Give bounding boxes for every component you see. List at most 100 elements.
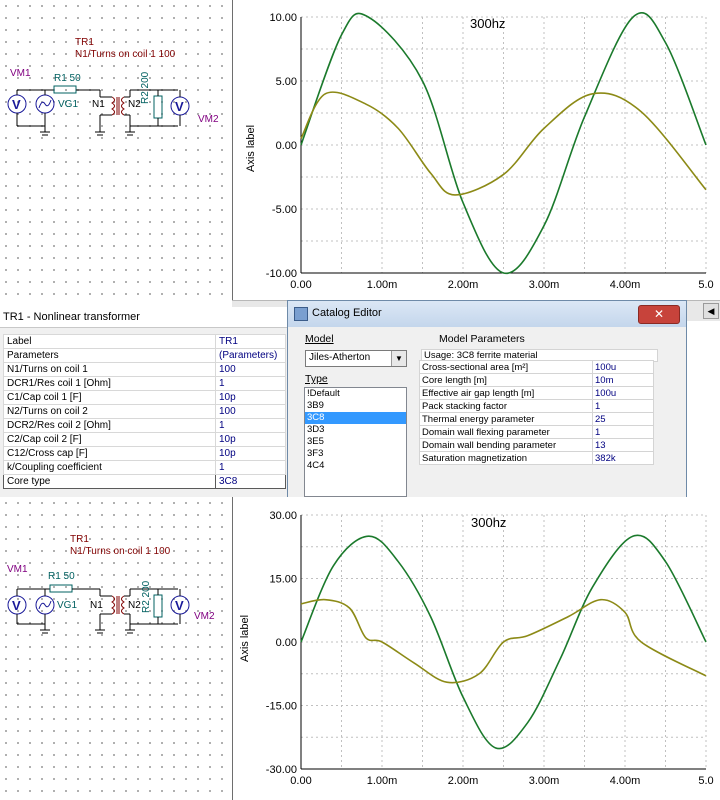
property-row[interactable]: Label TR1 [3,334,286,349]
oscilloscope-chart-top: 10.005.000.00-5.00-10.000.00 1.00m 2.00m 3.… [266,11,714,291]
property-value[interactable]: 1 [215,376,286,391]
parameter-name: Domain wall flexing parameter [419,425,593,439]
property-value[interactable]: 10p [215,432,286,447]
parameter-value[interactable]: 100u [592,360,654,374]
type-list-item[interactable]: !Default [305,388,406,400]
properties-title: TR1 - Nonlinear transformer [0,307,290,328]
vm1-label[interactable]: VM1 [10,68,31,79]
y-tick-label: 30.00 [269,510,297,522]
property-value[interactable]: TR1 [215,334,286,349]
property-value[interactable]: 1 [215,418,286,433]
parameter-value[interactable]: 10m [592,373,654,387]
model-select[interactable]: Jiles-Atherton ▼ [305,350,407,367]
plot-panel-top[interactable]: 10.00 5.00 0.00 -5.00 -10.00 0.00 1.00m 2.00m 3.… [232,0,720,300]
vm2-label[interactable]: VM2 [198,114,219,125]
property-row[interactable]: C2/Cap coil 2 [F] 10p [3,432,286,447]
parameter-value[interactable]: 25 [592,412,654,426]
x-tick-label: 2.00m [448,279,479,291]
model-parameter-row[interactable]: Domain wall bending parameter 13 [419,438,654,452]
close-button[interactable]: ✕ [638,305,680,324]
property-value[interactable]: 10p [215,390,286,405]
type-list-item[interactable]: 3E5 [305,436,406,448]
model-parameter-row[interactable]: Saturation magnetization 382k [419,451,654,465]
tr1-caption: N1/Turns on coil 1 100 [70,546,171,557]
model-parameter-row[interactable]: Effective air gap length [m] 100u [419,386,654,400]
property-name: DCR1/Res coil 1 [Ohm] [3,376,216,391]
y-axis-label-bottom: Axis label [239,614,251,662]
property-name: Core type [3,474,216,489]
parameter-value[interactable]: 13 [592,438,654,452]
property-value[interactable]: (Parameters) [215,348,286,363]
vg1-label[interactable]: VG1 [58,99,78,110]
parameter-value[interactable]: 100u [592,386,654,400]
property-row[interactable]: DCR2/Res coil 2 [Ohm] 1 [3,418,286,433]
property-name: Label [3,334,216,349]
y-tick-label: 0.00 [276,637,297,649]
catalog-editor-window: Catalog Editor ✕ Model Jiles-Atherton ▼ … [287,300,687,500]
parameter-value[interactable]: 1 [592,399,654,413]
schematic-canvas-top[interactable]: VV TR1 N1/Turns on coil 1 100 VM1 R1 50 … [0,0,232,300]
property-row[interactable]: Core type 3C8 [3,474,286,489]
parameter-value[interactable]: 382k [592,451,654,465]
tr1-label[interactable]: TR1 [75,37,94,48]
property-value[interactable]: 1 [215,460,286,475]
parameter-value[interactable]: 1 [592,425,654,439]
property-value[interactable]: 100 [215,362,286,377]
x-tick-label: 0.00 [290,279,311,291]
n2-label: N2 [128,99,141,110]
property-name: DCR2/Res coil 2 [Ohm] [3,418,216,433]
y-tick-label: -15.00 [266,701,297,713]
model-select-value: Jiles-Atherton [309,352,371,363]
model-parameter-row[interactable]: Domain wall flexing parameter 1 [419,425,654,439]
svg-text:V: V [12,598,21,613]
parameter-name: Effective air gap length [m] [419,386,593,400]
model-parameter-row[interactable]: Cross-sectional area [m²] 100u [419,360,654,374]
chevron-down-icon[interactable]: ▼ [391,351,406,366]
type-list-item[interactable]: 3B9 [305,400,406,412]
property-name: C1/Cap coil 1 [F] [3,390,216,405]
model-parameter-row[interactable]: Core length [m] 10m [419,373,654,387]
x-tick-label: 3.00m [529,775,560,787]
scroll-left-arrow-icon[interactable]: ◀ [703,303,719,319]
plot-panel-bottom[interactable]: 30.00 15.00 0.00 -15.00 -30.00 0.00 1.00m 2.00m… [232,497,720,800]
r1-label[interactable]: R1 50 [48,571,75,582]
property-row[interactable]: N1/Turns on coil 1 100 [3,362,286,377]
type-list-item[interactable]: 3F3 [305,448,406,460]
x-tick-label: 4.00m [610,279,641,291]
x-tick-label: 5.0 [698,775,713,787]
catalog-titlebar[interactable]: Catalog Editor ✕ [288,301,686,327]
r2-label[interactable]: R2 200 [141,581,152,613]
property-row[interactable]: Parameters (Parameters) [3,348,286,363]
chart-annotation-bottom: 300hz [471,515,507,530]
model-parameter-row[interactable]: Thermal energy parameter 25 [419,412,654,426]
y-tick-label: 10.00 [269,12,297,24]
r2-label[interactable]: R2 200 [140,72,151,104]
type-list-item[interactable]: 3D3 [305,424,406,436]
type-list-item[interactable]: 4C4 [305,460,406,472]
x-tick-label: 4.00m [610,775,641,787]
model-parameter-row[interactable]: Pack stacking factor 1 [419,399,654,413]
property-row[interactable]: DCR1/Res coil 1 [Ohm] 1 [3,376,286,391]
vg1-label[interactable]: VG1 [57,600,77,611]
x-tick-label: 0.00 [290,775,311,787]
r1-label[interactable]: R1 50 [54,73,81,84]
type-list-item[interactable]: 3C8 [305,412,406,424]
model-label: Model [305,333,334,345]
schematic-canvas-bottom[interactable]: VV TR1 N1/Turns on coil 1 100 VM1 R1 50 … [0,497,232,800]
property-row[interactable]: C12/Cross cap [F] 10p [3,446,286,461]
property-value[interactable]: 3C8 [215,474,286,489]
vm1-label[interactable]: VM1 [7,564,28,575]
tr1-caption: N1/Turns on coil 1 100 [75,49,176,60]
property-row[interactable]: N2/Turns on coil 2 100 [3,404,286,419]
property-row[interactable]: k/Coupling coefficient 1 [3,460,286,475]
property-value[interactable]: 10p [215,446,286,461]
property-name: N2/Turns on coil 2 [3,404,216,419]
property-value[interactable]: 100 [215,404,286,419]
type-listbox[interactable]: !Default 3B9 3C8 3D3 3E5 3F3 4C4 [304,387,407,497]
property-row[interactable]: C1/Cap coil 1 [F] 10p [3,390,286,405]
tr1-label[interactable]: TR1 [70,534,89,545]
vm2-label[interactable]: VM2 [194,611,215,622]
property-name: N1/Turns on coil 1 [3,362,216,377]
parameter-name: Cross-sectional area [m²] [419,360,593,374]
x-tick-label: 3.00m [529,279,560,291]
